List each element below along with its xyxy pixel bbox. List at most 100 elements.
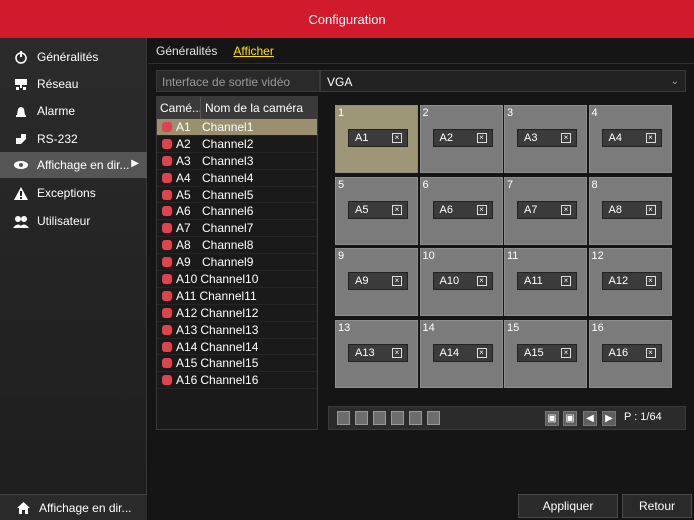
sidebar-item-rs232[interactable]: RS-232	[0, 126, 147, 152]
layout-1-window-button[interactable]	[337, 411, 350, 425]
layout-window[interactable]: 6 A6 ×	[419, 176, 503, 245]
remove-camera-icon[interactable]: ×	[392, 133, 402, 143]
sidebar: Généralités Réseau Alarme RS-232 Afficha…	[0, 38, 147, 520]
remove-camera-icon[interactable]: ×	[392, 204, 402, 215]
layout-window[interactable]: 13 A13 ×	[335, 319, 418, 388]
sidebar-item-label: Affichage en dir...	[37, 158, 130, 172]
layout-window[interactable]: 16 A16 ×	[588, 319, 672, 388]
copy-icon[interactable]: ▣	[545, 411, 559, 426]
layout-6-window-button[interactable]	[373, 411, 386, 425]
layout-toolbar: ▣ ▣ ◀ ▶ P : 1/64	[328, 406, 686, 430]
layout-4-window-button[interactable]	[355, 411, 368, 425]
camera-name: Channel3	[202, 153, 254, 168]
remove-camera-icon[interactable]: ×	[476, 276, 487, 286]
column-header-camera-name[interactable]: Nom de la caméra	[201, 97, 317, 119]
remove-camera-icon[interactable]: ×	[476, 133, 487, 143]
camera-id: A2	[176, 136, 191, 151]
camera-id: A16	[176, 373, 198, 388]
remove-camera-icon[interactable]: ×	[476, 347, 487, 358]
remove-camera-icon[interactable]: ×	[561, 133, 571, 143]
camera-tag-label: A13	[355, 346, 375, 359]
window-number: 7	[507, 178, 514, 191]
remove-camera-icon[interactable]: ×	[561, 276, 571, 286]
remove-camera-icon[interactable]: ×	[645, 204, 656, 215]
table-row[interactable]: A16 Channel16	[157, 372, 317, 390]
layout-window[interactable]: 5 A5 ×	[335, 176, 418, 245]
table-row[interactable]: A1 Channel1	[157, 119, 317, 136]
layout-window[interactable]: 15 A15 ×	[504, 319, 587, 388]
table-row[interactable]: A5 Channel5	[157, 187, 317, 204]
previous-page-button[interactable]: ◀	[583, 411, 597, 426]
camera-name: Channel7	[202, 221, 254, 236]
layout-window[interactable]: 1 A1 ×	[335, 105, 418, 173]
table-row[interactable]: A15 Channel15	[157, 355, 317, 373]
table-row[interactable]: A10 Channel10	[157, 271, 317, 288]
remove-camera-icon[interactable]: ×	[645, 276, 656, 286]
remove-camera-icon[interactable]: ×	[561, 204, 571, 215]
back-button[interactable]: Retour	[622, 494, 692, 518]
camera-tag-label: A10	[439, 275, 460, 287]
layout-window[interactable]: 9 A9 ×	[335, 248, 418, 316]
next-page-button[interactable]: ▶	[602, 411, 616, 426]
layout-16-window-button[interactable]	[427, 411, 440, 425]
table-row[interactable]: A11 Channel11	[157, 288, 317, 305]
table-row[interactable]: A8 Channel8	[157, 237, 317, 255]
paste-icon[interactable]: ▣	[563, 411, 577, 426]
video-output-value: VGA	[327, 75, 353, 89]
sidebar-item-reseau[interactable]: Réseau	[0, 71, 147, 97]
layout-window[interactable]: 7 A7 ×	[504, 176, 587, 245]
window-number: 13	[338, 321, 351, 334]
layout-window[interactable]: 10 A10 ×	[419, 248, 503, 316]
tab-afficher[interactable]: Afficher	[233, 44, 273, 58]
table-row[interactable]: A6 Channel6	[157, 203, 317, 221]
tab-generalites[interactable]: Généralités	[156, 44, 217, 58]
sidebar-item-generalites[interactable]: Généralités	[0, 44, 147, 70]
remove-camera-icon[interactable]: ×	[645, 347, 656, 358]
table-row[interactable]: A2 Channel2	[157, 136, 317, 153]
remove-camera-icon[interactable]: ×	[392, 347, 402, 358]
column-header-camera[interactable]: Camé...	[157, 97, 201, 119]
alarm-icon	[12, 104, 30, 118]
remove-camera-icon[interactable]: ×	[561, 347, 571, 358]
window-number: 4	[591, 107, 598, 119]
layout-window[interactable]: 2 A2 ×	[419, 105, 503, 173]
layout-window[interactable]: 11 A11 ×	[504, 248, 587, 316]
table-row[interactable]: A9 Channel9	[157, 254, 317, 272]
camera-id: A12	[176, 305, 198, 320]
live-view-shortcut[interactable]: Affichage en dir...	[0, 494, 147, 520]
sidebar-item-affichage[interactable]: Affichage en dir... ▶	[0, 152, 147, 178]
layout-window[interactable]: 8 A8 ×	[588, 176, 672, 245]
video-output-select[interactable]: VGA ⌄	[320, 70, 686, 92]
table-row[interactable]: A3 Channel3	[157, 153, 317, 170]
camera-tag: A3 ×	[517, 129, 577, 147]
remove-camera-icon[interactable]: ×	[645, 133, 656, 143]
window-number: 16	[591, 321, 604, 334]
camera-tag-label: A9	[355, 275, 369, 287]
sidebar-item-utilisateur[interactable]: Utilisateur	[0, 208, 147, 234]
apply-button[interactable]: Appliquer	[518, 494, 618, 518]
window-number: 15	[507, 321, 520, 334]
layout-window[interactable]: 3 A3 ×	[504, 105, 587, 173]
layout-window[interactable]: 12 A12 ×	[588, 248, 672, 316]
layout-9-window-button[interactable]	[409, 411, 422, 425]
camera-id: A6	[176, 204, 191, 219]
layout-window[interactable]: 4 A4 ×	[588, 105, 672, 173]
camera-name: Channel14	[200, 339, 259, 354]
page-indicator: P : 1/64	[624, 411, 662, 423]
remove-camera-icon[interactable]: ×	[476, 204, 487, 215]
table-row[interactable]: A7 Channel7	[157, 220, 317, 238]
table-row[interactable]: A14 Channel14	[157, 339, 317, 356]
sidebar-item-label: Généralités	[37, 50, 99, 64]
table-row[interactable]: A12 Channel12	[157, 305, 317, 322]
window-number: 10	[422, 250, 435, 262]
remove-camera-icon[interactable]: ×	[392, 276, 402, 286]
camera-icon	[162, 172, 172, 183]
sidebar-item-exceptions[interactable]: Exceptions	[0, 180, 147, 206]
camera-tag: A10 ×	[432, 272, 493, 290]
layout-window[interactable]: 14 A14 ×	[419, 319, 503, 388]
camera-icon	[162, 138, 172, 149]
sidebar-item-alarme[interactable]: Alarme	[0, 98, 147, 124]
table-row[interactable]: A4 Channel4	[157, 170, 317, 187]
layout-8-window-button[interactable]	[391, 411, 404, 425]
table-row[interactable]: A13 Channel13	[157, 322, 317, 339]
